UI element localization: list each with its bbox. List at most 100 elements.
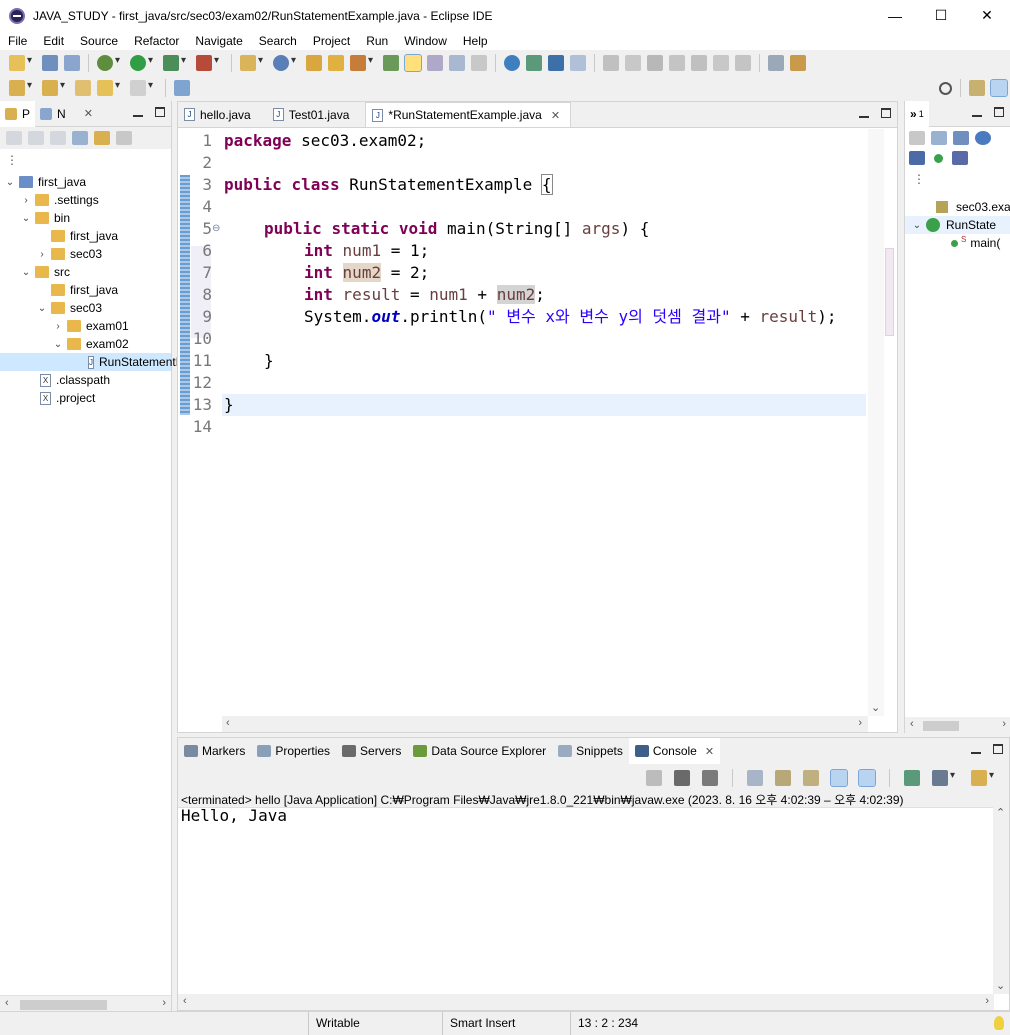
tree-item-bin-sec03[interactable]: › sec03 (0, 245, 171, 263)
outline-item-class[interactable]: ⌄ RunState (905, 216, 1010, 234)
vertical-scrollbar[interactable]: ⌃ ⌄ (993, 804, 1009, 994)
resume-icon[interactable] (603, 55, 619, 71)
scroll-right-icon[interactable]: › (985, 995, 989, 1007)
run-icon[interactable] (130, 55, 153, 71)
tree-item-src-first-java[interactable]: first_java (0, 281, 171, 299)
show-whitespace-icon[interactable] (471, 55, 487, 71)
horizontal-scrollbar[interactable]: ‹ › (0, 995, 171, 1011)
tab-test01-java[interactable]: J Test01.java (267, 102, 360, 127)
menu-edit[interactable]: Edit (35, 34, 72, 48)
close-tab-icon[interactable]: ✕ (705, 745, 714, 758)
coverage-icon[interactable] (163, 55, 186, 71)
save-all-icon[interactable] (64, 55, 80, 71)
maximize-button[interactable]: ☐ (918, 0, 964, 31)
expand-arrow-icon[interactable]: ⌄ (911, 220, 923, 231)
terminate-icon[interactable] (646, 770, 662, 786)
scrollbar-thumb[interactable] (20, 1000, 107, 1010)
expand-arrow-icon[interactable]: › (52, 321, 64, 332)
skip-breakpoints-icon[interactable] (570, 55, 586, 71)
tab-hello-java[interactable]: J hello.java (178, 102, 261, 127)
minimize-view-icon[interactable] (971, 744, 981, 754)
tab-markers[interactable]: Markers (178, 738, 251, 764)
link-with-editor-icon[interactable] (94, 131, 110, 145)
tab-data-source-explorer[interactable]: Data Source Explorer (407, 738, 552, 764)
remove-all-terminated-icon[interactable] (702, 770, 718, 786)
show-on-stderr-icon[interactable] (858, 769, 876, 787)
monitor-icon[interactable] (548, 55, 564, 71)
scroll-down-icon[interactable]: ⌄ (871, 701, 880, 714)
overview-ruler[interactable] (885, 248, 894, 336)
view-menu-dots-icon[interactable]: ⋮ (905, 166, 1010, 186)
vertical-scrollbar[interactable]: ⌄ (868, 129, 884, 716)
focus-icon[interactable] (909, 131, 925, 145)
next-annotation-icon[interactable] (9, 80, 32, 96)
tab-package-explorer[interactable]: P (0, 100, 36, 127)
tree-item-bin[interactable]: ⌄ bin (0, 209, 171, 227)
tab-properties[interactable]: Properties (251, 738, 336, 764)
close-tab-icon[interactable]: ✕ (551, 109, 560, 122)
display-selected-console-icon[interactable] (932, 770, 955, 786)
expand-arrow-icon[interactable]: ⌄ (52, 339, 64, 350)
toggle-annotation-icon[interactable] (383, 55, 399, 71)
tree-item-src[interactable]: ⌄ src (0, 263, 171, 281)
minimize-view-icon[interactable] (972, 107, 982, 117)
new-wizard-icon[interactable] (9, 55, 32, 71)
new-class-icon[interactable] (273, 55, 296, 71)
scroll-up-icon[interactable]: ⌃ (996, 806, 1005, 819)
mark-occurrences-icon[interactable] (404, 54, 422, 72)
globe-icon[interactable] (504, 55, 520, 71)
insert-mode-status[interactable]: Smart Insert (442, 1012, 570, 1035)
open-perspective-icon[interactable] (969, 80, 985, 96)
java-perspective-button[interactable] (990, 79, 1008, 97)
previous-annotation-icon[interactable] (42, 80, 65, 96)
java-perspective-icon[interactable] (526, 55, 542, 71)
horizontal-scrollbar[interactable]: ‹ › (222, 716, 868, 732)
last-edit-location-icon[interactable] (75, 80, 91, 96)
close-icon[interactable]: ✕ (84, 107, 93, 120)
horizontal-scrollbar[interactable]: ‹ › (178, 994, 994, 1010)
menu-project[interactable]: Project (305, 34, 358, 48)
collapse-all-icon[interactable] (72, 131, 88, 145)
console-output[interactable]: Hello, Java (181, 806, 287, 825)
new-java-project-icon[interactable] (240, 55, 263, 71)
suspend-icon[interactable] (625, 55, 641, 71)
menu-search[interactable]: Search (251, 34, 305, 48)
terminate-icon[interactable] (647, 55, 663, 71)
tree-item-bin-first-java[interactable]: first_java (0, 227, 171, 245)
step-into-icon[interactable] (691, 55, 707, 71)
tree-item-src-sec03[interactable]: ⌄ sec03 (0, 299, 171, 317)
clear-console-icon[interactable] (747, 770, 763, 786)
expand-arrow-icon[interactable]: ⌄ (20, 267, 32, 278)
maximize-view-icon[interactable] (881, 108, 891, 118)
scroll-left-icon[interactable]: ‹ (5, 997, 9, 1009)
expand-arrow-icon[interactable]: ⌄ (36, 303, 48, 314)
up-icon[interactable] (50, 131, 66, 145)
minimize-button[interactable]: — (872, 0, 918, 31)
tip-lightbulb-icon[interactable] (994, 1016, 1004, 1030)
scroll-right-icon[interactable]: › (1002, 718, 1006, 730)
save-icon[interactable] (42, 55, 58, 71)
step-over-icon[interactable] (713, 55, 729, 71)
menu-window[interactable]: Window (396, 34, 455, 48)
expand-arrow-icon[interactable]: › (20, 195, 32, 206)
hide-fields-icon[interactable] (975, 131, 991, 145)
open-folder-icon[interactable] (328, 55, 344, 71)
tab-snippets[interactable]: Snippets (552, 738, 629, 764)
expand-arrow-icon[interactable]: › (36, 249, 48, 260)
forward-icon[interactable] (28, 131, 44, 145)
menu-refactor[interactable]: Refactor (126, 34, 187, 48)
block-selection-icon[interactable] (449, 55, 465, 71)
pin-editor-icon[interactable] (174, 80, 190, 96)
scrollbar-thumb[interactable] (923, 721, 959, 731)
remove-launch-icon[interactable] (674, 770, 690, 786)
scroll-lock-icon[interactable] (775, 770, 791, 786)
scroll-left-icon[interactable]: ‹ (183, 995, 187, 1007)
cursor-position-status[interactable]: 13 : 2 : 234 (570, 1012, 690, 1035)
minimize-view-icon[interactable] (133, 107, 143, 117)
sort-icon[interactable] (953, 131, 969, 145)
open-type-icon[interactable] (306, 55, 322, 71)
menu-run[interactable]: Run (358, 34, 396, 48)
debug-icon[interactable] (97, 55, 120, 71)
tab-outline[interactable]: » 1 (905, 100, 929, 127)
menu-source[interactable]: Source (72, 34, 126, 48)
